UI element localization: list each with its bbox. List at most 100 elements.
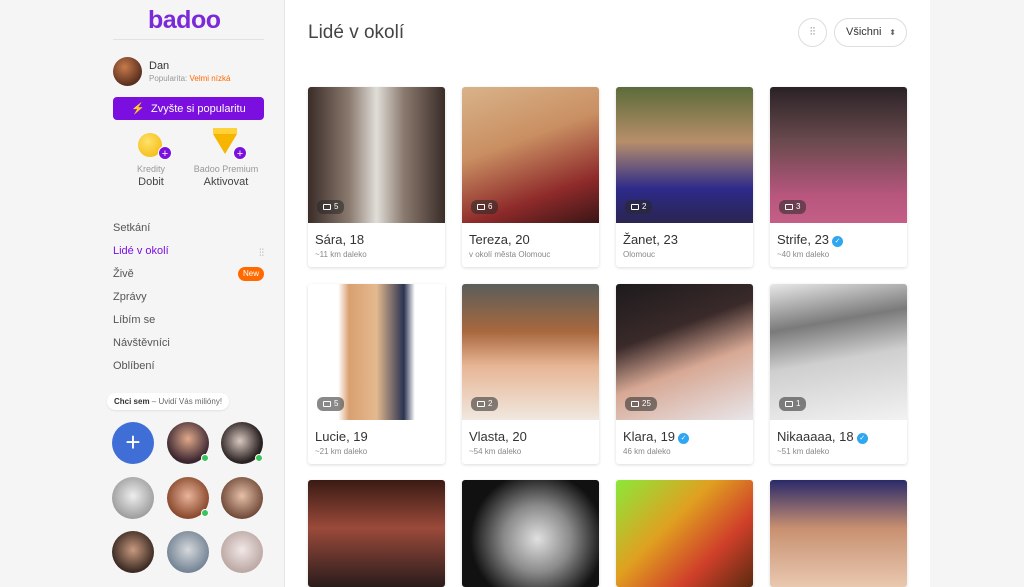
- person-distance: ~11 km daleko: [315, 250, 367, 259]
- credits-label: Kredity: [136, 164, 165, 174]
- camera-icon: [631, 401, 639, 407]
- online-indicator: [255, 454, 263, 462]
- profile-photo: [308, 480, 445, 587]
- person-distance: Olomouc: [623, 250, 656, 259]
- spotlight-avatar[interactable]: [112, 477, 154, 519]
- spotlight-avatar[interactable]: [167, 531, 209, 573]
- select-value: Všichni: [846, 26, 882, 38]
- camera-icon: [785, 204, 793, 210]
- spotlight-avatar[interactable]: [221, 477, 263, 519]
- person-name: Tereza, 20: [469, 232, 530, 247]
- spotlight-label-rest: – Uvidí Vás milióny!: [149, 397, 223, 406]
- camera-icon: [323, 204, 331, 210]
- person-card[interactable]: 25 Klara, 19 ✓ 46 km daleko: [616, 284, 753, 464]
- nav-item-likes[interactable]: Líbím se: [113, 312, 264, 335]
- person-card[interactable]: 5 Sára, 18 ~11 km daleko: [308, 87, 445, 267]
- online-indicator: [201, 454, 209, 462]
- plus-icon: +: [158, 146, 172, 160]
- nav-item-live[interactable]: Živě New: [113, 266, 264, 289]
- premium-label: Badoo Premium: [193, 164, 259, 174]
- nav-item-label: Setkání: [113, 222, 151, 234]
- person-card[interactable]: 5 Lucie, 19 ~21 km daleko: [308, 284, 445, 464]
- person-distance: v okolí města Olomouc: [469, 250, 551, 259]
- person-distance: ~51 km daleko: [777, 447, 830, 456]
- popularity-value: Velmi nízká: [189, 74, 231, 83]
- photo-count: 2: [625, 200, 653, 214]
- nav-item-label: Zprávy: [113, 291, 147, 303]
- plus-icon: +: [233, 146, 247, 160]
- spotlight-label-bold: Chci sem: [114, 397, 150, 406]
- person-card[interactable]: 2 Žanet, 23 Olomouc: [616, 87, 753, 267]
- person-name: Lucie, 19: [315, 429, 368, 444]
- person-card[interactable]: [308, 480, 445, 587]
- boost-popularity-button[interactable]: ⚡ Zvyšte si popularitu: [113, 97, 264, 120]
- person-distance: ~40 km daleko: [777, 250, 830, 259]
- nav-item-label: Líbím se: [113, 314, 156, 326]
- nav-item-favourites[interactable]: Oblíbení: [113, 358, 264, 381]
- person-card[interactable]: [462, 480, 599, 587]
- person-card[interactable]: 2 Vlasta, 20 ~54 km daleko: [462, 284, 599, 464]
- person-card[interactable]: [616, 480, 753, 587]
- person-distance: 46 km daleko: [623, 447, 671, 456]
- nav-item-label: Návštěvníci: [113, 337, 170, 349]
- photo-count: 5: [317, 397, 345, 411]
- person-card[interactable]: 1 Nikaaaaa, 18 ✓ ~51 km daleko: [770, 284, 907, 464]
- camera-icon: [785, 401, 793, 407]
- credits-action[interactable]: Dobit: [113, 176, 189, 188]
- profile-summary[interactable]: Dan Popularita: Velmi nízká: [113, 57, 264, 87]
- premium-action[interactable]: Aktivovat: [188, 176, 264, 188]
- verified-icon: ✓: [856, 433, 868, 444]
- spotlight-avatar[interactable]: [167, 477, 209, 519]
- photo-count: 1: [779, 397, 807, 411]
- main-nav: Setkání Lidé v okolí ⫶⫶ Živě New Zprávy Lí…: [113, 220, 264, 381]
- nav-item-encounters[interactable]: Setkání: [113, 220, 264, 243]
- camera-icon: [477, 401, 485, 407]
- sliders-icon[interactable]: ⫶⫶: [259, 245, 264, 262]
- page-title: Lidé v okolí: [308, 22, 405, 43]
- nav-item-visitors[interactable]: Návštěvníci: [113, 335, 264, 358]
- nav-item-messages[interactable]: Zprávy: [113, 289, 264, 312]
- person-name: Vlasta, 20: [469, 429, 527, 444]
- spotlight-label[interactable]: Chci sem – Uvidí Vás milióny!: [107, 393, 230, 410]
- nav-item-label: Oblíbení: [113, 360, 155, 372]
- sliders-icon[interactable]: ⫶⫶: [798, 18, 827, 47]
- spotlight-avatar[interactable]: [112, 531, 154, 573]
- credits-widget[interactable]: + Kredity Dobit: [113, 132, 189, 188]
- popularity-label: Popularita:: [149, 74, 188, 83]
- caret-icon: ⬍: [889, 28, 896, 37]
- page-margin: [930, 0, 1024, 587]
- person-card[interactable]: 3 Strife, 23 ✓ ~40 km daleko: [770, 87, 907, 267]
- person-distance: ~54 km daleko: [469, 447, 522, 456]
- bolt-icon: ⚡: [131, 103, 145, 115]
- photo-count: 6: [471, 200, 499, 214]
- person-name: Sára, 18: [315, 232, 365, 247]
- photo-count: 25: [625, 397, 657, 411]
- spotlight-avatar[interactable]: [167, 422, 209, 464]
- avatar[interactable]: [113, 57, 142, 86]
- person-name: Nikaaaaa, 18 ✓: [777, 429, 868, 444]
- person-name: Klara, 19 ✓: [623, 429, 690, 444]
- main-content: Lidé v okolí ⫶⫶ Všichni ⬍ 5 Sára, 18 ~11…: [285, 0, 930, 587]
- badoo-logo[interactable]: badoo: [148, 6, 221, 35]
- popularity-text: Popularita: Velmi nízká: [149, 74, 230, 83]
- nav-item-people-nearby[interactable]: Lidé v okolí ⫶⫶: [113, 243, 264, 266]
- profile-photo: [770, 480, 907, 587]
- sidebar: badoo Dan Popularita: Velmi nízká ⚡ Zvyš…: [0, 0, 285, 587]
- premium-widget[interactable]: + Badoo Premium Aktivovat: [188, 128, 264, 188]
- person-name: Žanet, 23: [623, 232, 678, 247]
- camera-icon: [631, 204, 639, 210]
- person-name: Strife, 23 ✓: [777, 232, 844, 247]
- person-card[interactable]: [770, 480, 907, 587]
- spotlight-add-button[interactable]: +: [112, 422, 154, 464]
- spotlight-avatar[interactable]: [221, 531, 263, 573]
- spotlight-avatar[interactable]: [221, 422, 263, 464]
- verified-icon: ✓: [832, 236, 844, 247]
- gender-select[interactable]: Všichni ⬍: [834, 18, 907, 47]
- profile-photo: [462, 480, 599, 587]
- person-card[interactable]: 6 Tereza, 20 v okolí města Olomouc: [462, 87, 599, 267]
- nav-item-label: Živě: [113, 268, 134, 280]
- verified-icon: ✓: [678, 433, 690, 444]
- divider: [113, 39, 264, 40]
- camera-icon: [323, 401, 331, 407]
- person-distance: ~21 km daleko: [315, 447, 368, 456]
